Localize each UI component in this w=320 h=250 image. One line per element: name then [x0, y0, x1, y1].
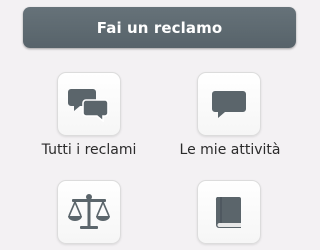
app-screen: Fai un reclamo Tutti i reclami Le mie at… — [0, 0, 320, 250]
book-tile[interactable] — [197, 180, 261, 244]
all-complaints-label: Tutti i reclami — [41, 142, 137, 158]
report-complaint-button[interactable]: Fai un reclamo — [23, 7, 296, 48]
speech-bubble-icon — [212, 91, 246, 118]
my-activities-label: Le mie attività — [179, 142, 281, 158]
scales-of-justice-icon — [68, 194, 110, 229]
my-activities-tile[interactable] — [197, 72, 261, 136]
book-icon — [215, 197, 241, 228]
speech-bubbles-icon — [68, 89, 109, 122]
all-complaints-tile[interactable] — [57, 72, 121, 136]
scales-tile[interactable] — [57, 180, 121, 244]
